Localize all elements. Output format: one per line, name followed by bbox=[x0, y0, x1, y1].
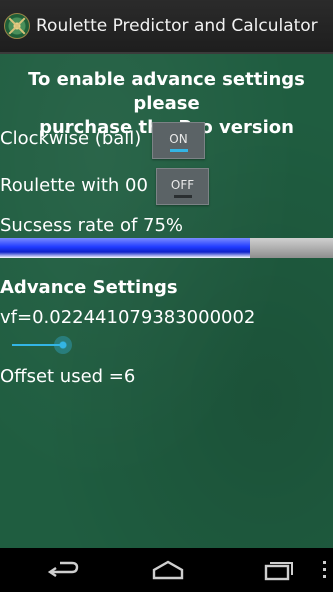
double-zero-toggle[interactable]: OFF bbox=[156, 168, 209, 205]
pro-notice-line1: To enable advance settings please bbox=[28, 69, 305, 114]
toggle-indicator bbox=[169, 148, 188, 152]
success-rate-bar bbox=[0, 238, 333, 258]
app-title: Roulette Predictor and Calculator bbox=[36, 16, 318, 36]
vf-slider-thumb[interactable] bbox=[54, 336, 72, 354]
offset-value: Offset used =6 bbox=[0, 366, 136, 387]
clockwise-label: Clockwise (ball) bbox=[0, 128, 142, 149]
advance-settings-heading: Advance Settings bbox=[0, 277, 178, 298]
success-rate-label: Sucsess rate of 75% bbox=[0, 215, 184, 236]
home-icon[interactable] bbox=[148, 558, 188, 582]
recents-icon[interactable] bbox=[258, 558, 298, 582]
clockwise-toggle-text: ON bbox=[169, 131, 188, 146]
success-rate-fill bbox=[0, 238, 250, 258]
roulette-wheel-icon bbox=[4, 13, 30, 39]
title-bar: Roulette Predictor and Calculator bbox=[0, 0, 333, 54]
vf-value: vf=0.022441079383000002 bbox=[0, 307, 256, 328]
toggle-indicator bbox=[173, 194, 192, 198]
main-panel: To enable advance settings please purcha… bbox=[0, 54, 333, 548]
system-nav-bar bbox=[0, 548, 333, 592]
menu-icon[interactable] bbox=[316, 558, 333, 582]
clockwise-toggle[interactable]: ON bbox=[152, 122, 205, 159]
double-zero-label: Roulette with 00 bbox=[0, 175, 148, 196]
back-icon[interactable] bbox=[42, 558, 82, 582]
success-rate-remaining bbox=[249, 238, 333, 258]
double-zero-toggle-text: OFF bbox=[170, 177, 195, 192]
